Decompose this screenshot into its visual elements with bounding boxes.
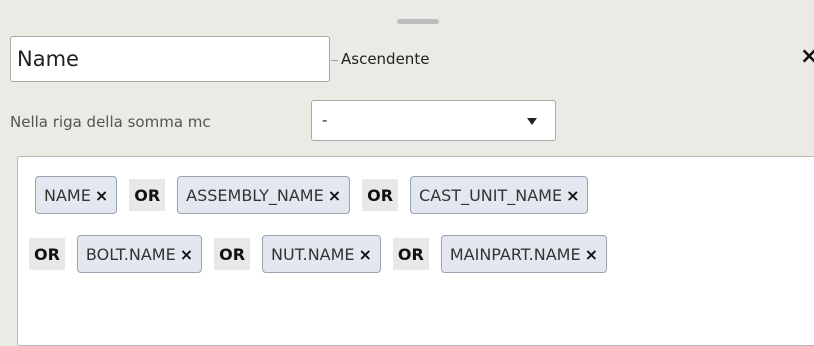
filter-chip-cast-unit-name[interactable]: CAST_UNIT_NAME × [410, 176, 589, 214]
sum-row-select[interactable]: - [311, 100, 556, 141]
filter-chip-name[interactable]: NAME × [35, 176, 118, 214]
remove-icon[interactable]: × [585, 245, 598, 264]
close-icon[interactable]: × [800, 44, 814, 69]
filter-row-2: OR BOLT.NAME × OR NUT.NAME × OR MAINPART.N… [29, 235, 607, 273]
or-operator: OR [29, 238, 65, 270]
sum-row-select-value: - [322, 111, 328, 129]
drag-handle[interactable] [397, 19, 439, 24]
remove-icon[interactable]: × [359, 245, 372, 264]
filter-chip-assembly-name[interactable]: ASSEMBLY_NAME × [177, 176, 351, 214]
or-operator: OR [214, 238, 251, 270]
or-operator: OR [362, 179, 399, 211]
or-operator: OR [129, 179, 166, 211]
filter-chip-bolt-name[interactable]: BOLT.NAME × [76, 235, 203, 273]
sum-row-label: Nella riga della somma mc [10, 113, 211, 131]
remove-icon[interactable]: × [566, 186, 579, 205]
chevron-down-icon [527, 118, 537, 125]
field-name-input[interactable] [10, 36, 330, 82]
filter-values-box[interactable]: NAME × OR ASSEMBLY_NAME × OR CAST_UNIT_NAM… [17, 156, 814, 346]
remove-icon[interactable]: × [95, 186, 108, 205]
filter-chip-mainpart-name[interactable]: MAINPART.NAME × [440, 235, 607, 273]
remove-icon[interactable]: × [180, 245, 193, 264]
filter-row-1: NAME × OR ASSEMBLY_NAME × OR CAST_UNIT_NAM… [35, 176, 589, 214]
filter-chip-nut-name[interactable]: NUT.NAME × [262, 235, 381, 273]
sort-order-label[interactable]: Ascendente [331, 50, 429, 68]
remove-icon[interactable]: × [328, 186, 341, 205]
or-operator: OR [392, 238, 429, 270]
